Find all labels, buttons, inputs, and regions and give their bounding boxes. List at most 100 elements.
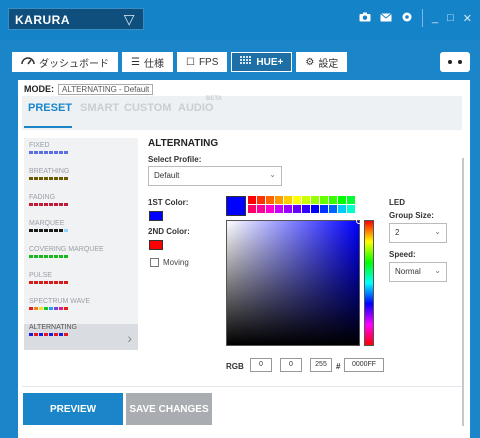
palette-swatch[interactable] (248, 205, 256, 213)
palette-swatch[interactable] (320, 205, 328, 213)
select-profile-label: Select Profile: (148, 155, 202, 164)
mode-value: ALTERNATING - Default (58, 83, 154, 95)
palette-swatch[interactable] (347, 205, 355, 213)
palette-swatch[interactable] (293, 196, 301, 204)
effect-name: FADING (29, 194, 56, 201)
effect-item-fading[interactable]: FADING (24, 194, 138, 216)
device-name: KARURA (15, 13, 70, 27)
effect-list: FIXED BREATHING FADING MARQUEE COVERING … (24, 138, 138, 350)
hex-input[interactable]: 0000FF (344, 358, 384, 372)
palette-swatch[interactable] (311, 196, 319, 204)
palette-swatch[interactable] (347, 196, 355, 204)
profile-select[interactable]: Default ⌄ (148, 166, 282, 186)
palette-swatch[interactable] (329, 205, 337, 213)
effect-item-marquee[interactable]: MARQUEE (24, 220, 138, 242)
color2-swatch[interactable] (149, 240, 163, 250)
tab-dashboard[interactable]: ダッシュボード (12, 52, 118, 72)
picker-cursor[interactable] (356, 218, 362, 224)
rgb-label: RGB (226, 362, 244, 371)
effect-name: MARQUEE (29, 220, 65, 227)
subtab-custom[interactable]: CUSTOM (124, 102, 171, 114)
gear-icon[interactable] (401, 11, 413, 26)
mail-icon[interactable] (380, 11, 392, 25)
tab-fps[interactable]: ☐ FPS (176, 52, 228, 72)
effect-name: ALTERNATING (29, 324, 77, 331)
palette-swatch[interactable] (284, 205, 292, 213)
red-input[interactable]: 0 (250, 358, 272, 372)
palette-swatch[interactable] (266, 205, 274, 213)
moving-label: Moving (163, 258, 189, 267)
mode-label: MODE: (24, 84, 54, 94)
palette-swatch[interactable] (338, 196, 346, 204)
palette-swatch[interactable] (338, 205, 346, 213)
subtab-smart[interactable]: SMART (80, 102, 119, 114)
scrollbar[interactable] (462, 158, 464, 426)
preview-button[interactable]: PREVIEW (23, 393, 123, 425)
effect-name: SPECTRUM WAVE (29, 298, 91, 305)
current-color-swatch (226, 196, 246, 216)
color1-label: 1ST Color: (148, 198, 189, 207)
chevron-down-icon: ▽ (123, 11, 135, 27)
effect-swatch (29, 229, 69, 232)
camera-icon[interactable] (359, 11, 371, 25)
close-button[interactable]: ✕ (463, 12, 472, 25)
robot-icon[interactable] (440, 52, 470, 72)
effect-name: COVERING MARQUEE (29, 246, 104, 253)
effect-item-spectrum-wave[interactable]: SPECTRUM WAVE (24, 298, 138, 320)
speed-select[interactable]: Normal ⌄ (389, 262, 447, 282)
active-tab-indicator (24, 126, 72, 128)
minimize-button[interactable]: _ (432, 12, 438, 24)
palette-swatch[interactable] (257, 205, 265, 213)
hex-hash: # (336, 362, 341, 371)
effect-item-alternating[interactable]: ALTERNATING › (24, 324, 138, 350)
tab-specs[interactable]: ☰ 仕様 (122, 52, 173, 72)
subtab-audio[interactable]: AUDIO BETA (178, 96, 222, 114)
green-input[interactable]: 0 (280, 358, 302, 372)
effect-swatch (29, 151, 69, 154)
color1-swatch[interactable] (149, 211, 163, 221)
saturation-picker[interactable] (226, 218, 362, 346)
blue-input[interactable]: 255 (310, 358, 332, 372)
palette-swatch[interactable] (329, 196, 337, 204)
palette-swatch[interactable] (257, 196, 265, 204)
gear-icon: ⚙ (305, 56, 315, 68)
subtab-preset[interactable]: PRESET (28, 102, 72, 114)
palette-swatch[interactable] (293, 205, 301, 213)
effect-item-covering-marquee[interactable]: COVERING MARQUEE (24, 246, 138, 268)
subtab-audio-label: AUDIO (178, 102, 214, 114)
save-changes-button[interactable]: SAVE CHANGES (126, 393, 212, 425)
palette-swatch[interactable] (248, 196, 256, 204)
palette-swatch[interactable] (320, 196, 328, 204)
palette-swatch[interactable] (284, 196, 292, 204)
tab-hue[interactable]: HUE+ (231, 52, 293, 72)
palette-swatch[interactable] (275, 196, 283, 204)
chevron-down-icon: ⌄ (269, 170, 276, 179)
maximize-button[interactable]: □ (447, 12, 454, 24)
effect-item-pulse[interactable]: PULSE (24, 272, 138, 294)
palette-swatch[interactable] (302, 196, 310, 204)
palette-swatch[interactable] (275, 205, 283, 213)
main-tabs: ダッシュボード ☰ 仕様 ☐ FPS HUE+ ⚙ 設定 (12, 52, 348, 72)
effect-swatch (29, 333, 69, 336)
group-size-value: 2 (395, 228, 400, 237)
effect-title: ALTERNATING (148, 138, 219, 149)
chevron-down-icon: ⌄ (434, 227, 441, 236)
tab-settings[interactable]: ⚙ 設定 (296, 52, 348, 72)
tab-label: 設定 (318, 58, 339, 70)
tab-label: ダッシュボード (39, 58, 109, 70)
palette-swatch[interactable] (302, 205, 310, 213)
divider (22, 386, 462, 387)
palette-swatch[interactable] (311, 205, 319, 213)
group-size-label: Group Size: (389, 211, 434, 220)
device-dropdown[interactable]: KARURA ▽ (8, 8, 144, 30)
chevron-right-icon: › (127, 330, 132, 346)
effect-item-breathing[interactable]: BREATHING (24, 168, 138, 190)
moving-checkbox[interactable] (150, 258, 159, 267)
effect-swatch (29, 281, 69, 284)
effect-swatch (29, 307, 69, 310)
effect-item-fixed[interactable]: FIXED (24, 142, 138, 164)
hue-slider[interactable] (364, 220, 374, 346)
group-size-select[interactable]: 2 ⌄ (389, 223, 447, 243)
effect-name: PULSE (29, 272, 52, 279)
palette-swatch[interactable] (266, 196, 274, 204)
